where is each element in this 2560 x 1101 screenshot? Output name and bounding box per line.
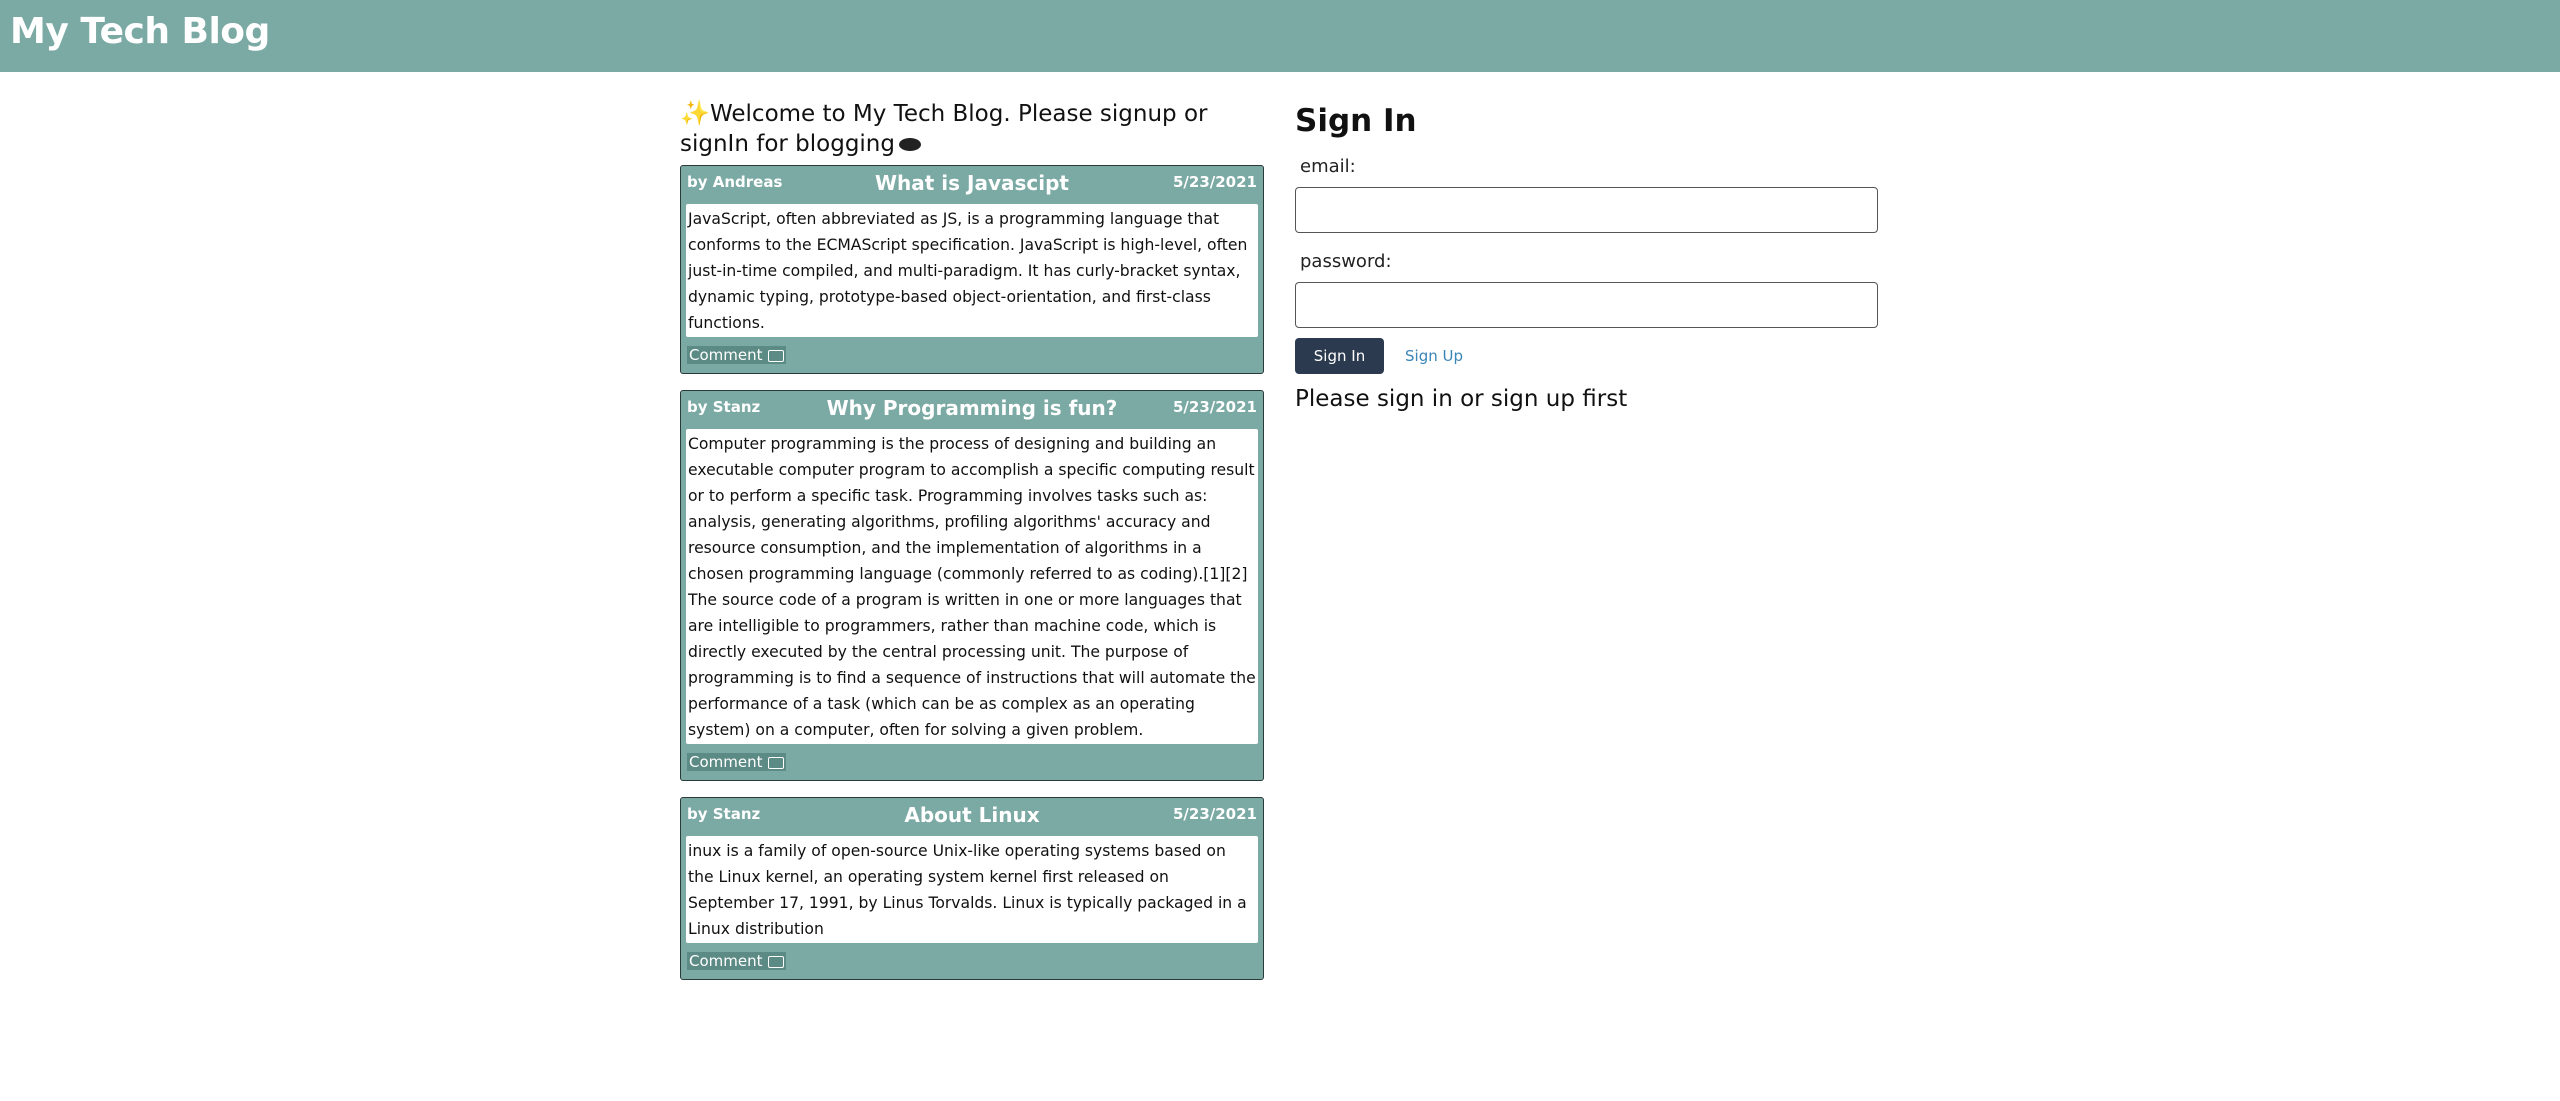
signin-panel: Sign In email: password: Sign In Sign Up…: [1295, 100, 1885, 412]
post-header: What is Javascipt by Andreas 5/23/2021: [681, 166, 1263, 204]
auth-button-row: Sign In Sign Up: [1295, 338, 1885, 374]
comment-button[interactable]: Comment: [687, 753, 786, 771]
top-header-bar: My Tech Blog: [0, 0, 2560, 72]
post-date: 5/23/2021: [1172, 398, 1257, 416]
post-header: Why Programming is fun? by Stanz 5/23/20…: [681, 391, 1263, 429]
post-body: JavaScript, often abbreviated as JS, is …: [686, 204, 1258, 337]
email-field[interactable]: [1295, 187, 1878, 233]
post-header: About Linux by Stanz 5/23/2021: [681, 798, 1263, 836]
comment-button[interactable]: Comment: [687, 346, 786, 364]
post-author: by Stanz: [687, 805, 761, 823]
post-footer: Comment: [681, 337, 1263, 373]
post-date: 5/23/2021: [1172, 173, 1257, 191]
post-card: Why Programming is fun? by Stanz 5/23/20…: [680, 390, 1264, 781]
post-date: 5/23/2021: [1172, 805, 1257, 823]
comment-label: Comment: [689, 753, 763, 771]
comment-button[interactable]: Comment: [687, 952, 786, 970]
comment-label: Comment: [689, 952, 763, 970]
post-card: What is Javascipt by Andreas 5/23/2021 J…: [680, 165, 1264, 374]
posts-column: ✨Welcome to My Tech Blog. Please signup …: [680, 98, 1264, 996]
signin-button[interactable]: Sign In: [1295, 338, 1384, 374]
comment-icon: [767, 756, 784, 769]
welcome-text: Welcome to My Tech Blog. Please signup o…: [680, 101, 1208, 157]
email-label: email:: [1300, 156, 1356, 177]
post-body: Computer programming is the process of d…: [686, 429, 1258, 744]
post-body: inux is a family of open-source Unix-lik…: [686, 836, 1258, 943]
post-author: by Andreas: [687, 173, 783, 191]
comment-icon: [767, 955, 784, 968]
signup-button[interactable]: Sign Up: [1395, 338, 1473, 374]
signin-notice: Please sign in or sign up first: [1295, 386, 1628, 412]
comment-label: Comment: [689, 346, 763, 364]
post-footer: Comment: [681, 943, 1263, 979]
post-footer: Comment: [681, 744, 1263, 780]
password-label: password:: [1300, 251, 1392, 272]
site-title[interactable]: My Tech Blog: [10, 10, 270, 54]
comment-icon: [767, 349, 784, 362]
signin-heading: Sign In: [1295, 103, 1417, 139]
password-field[interactable]: [1295, 282, 1878, 328]
welcome-message: ✨Welcome to My Tech Blog. Please signup …: [680, 98, 1264, 159]
post-author: by Stanz: [687, 398, 761, 416]
sparkles-icon: ✨: [680, 99, 710, 127]
post-card: About Linux by Stanz 5/23/2021 inux is a…: [680, 797, 1264, 980]
speech-bubble-icon: [899, 138, 921, 151]
